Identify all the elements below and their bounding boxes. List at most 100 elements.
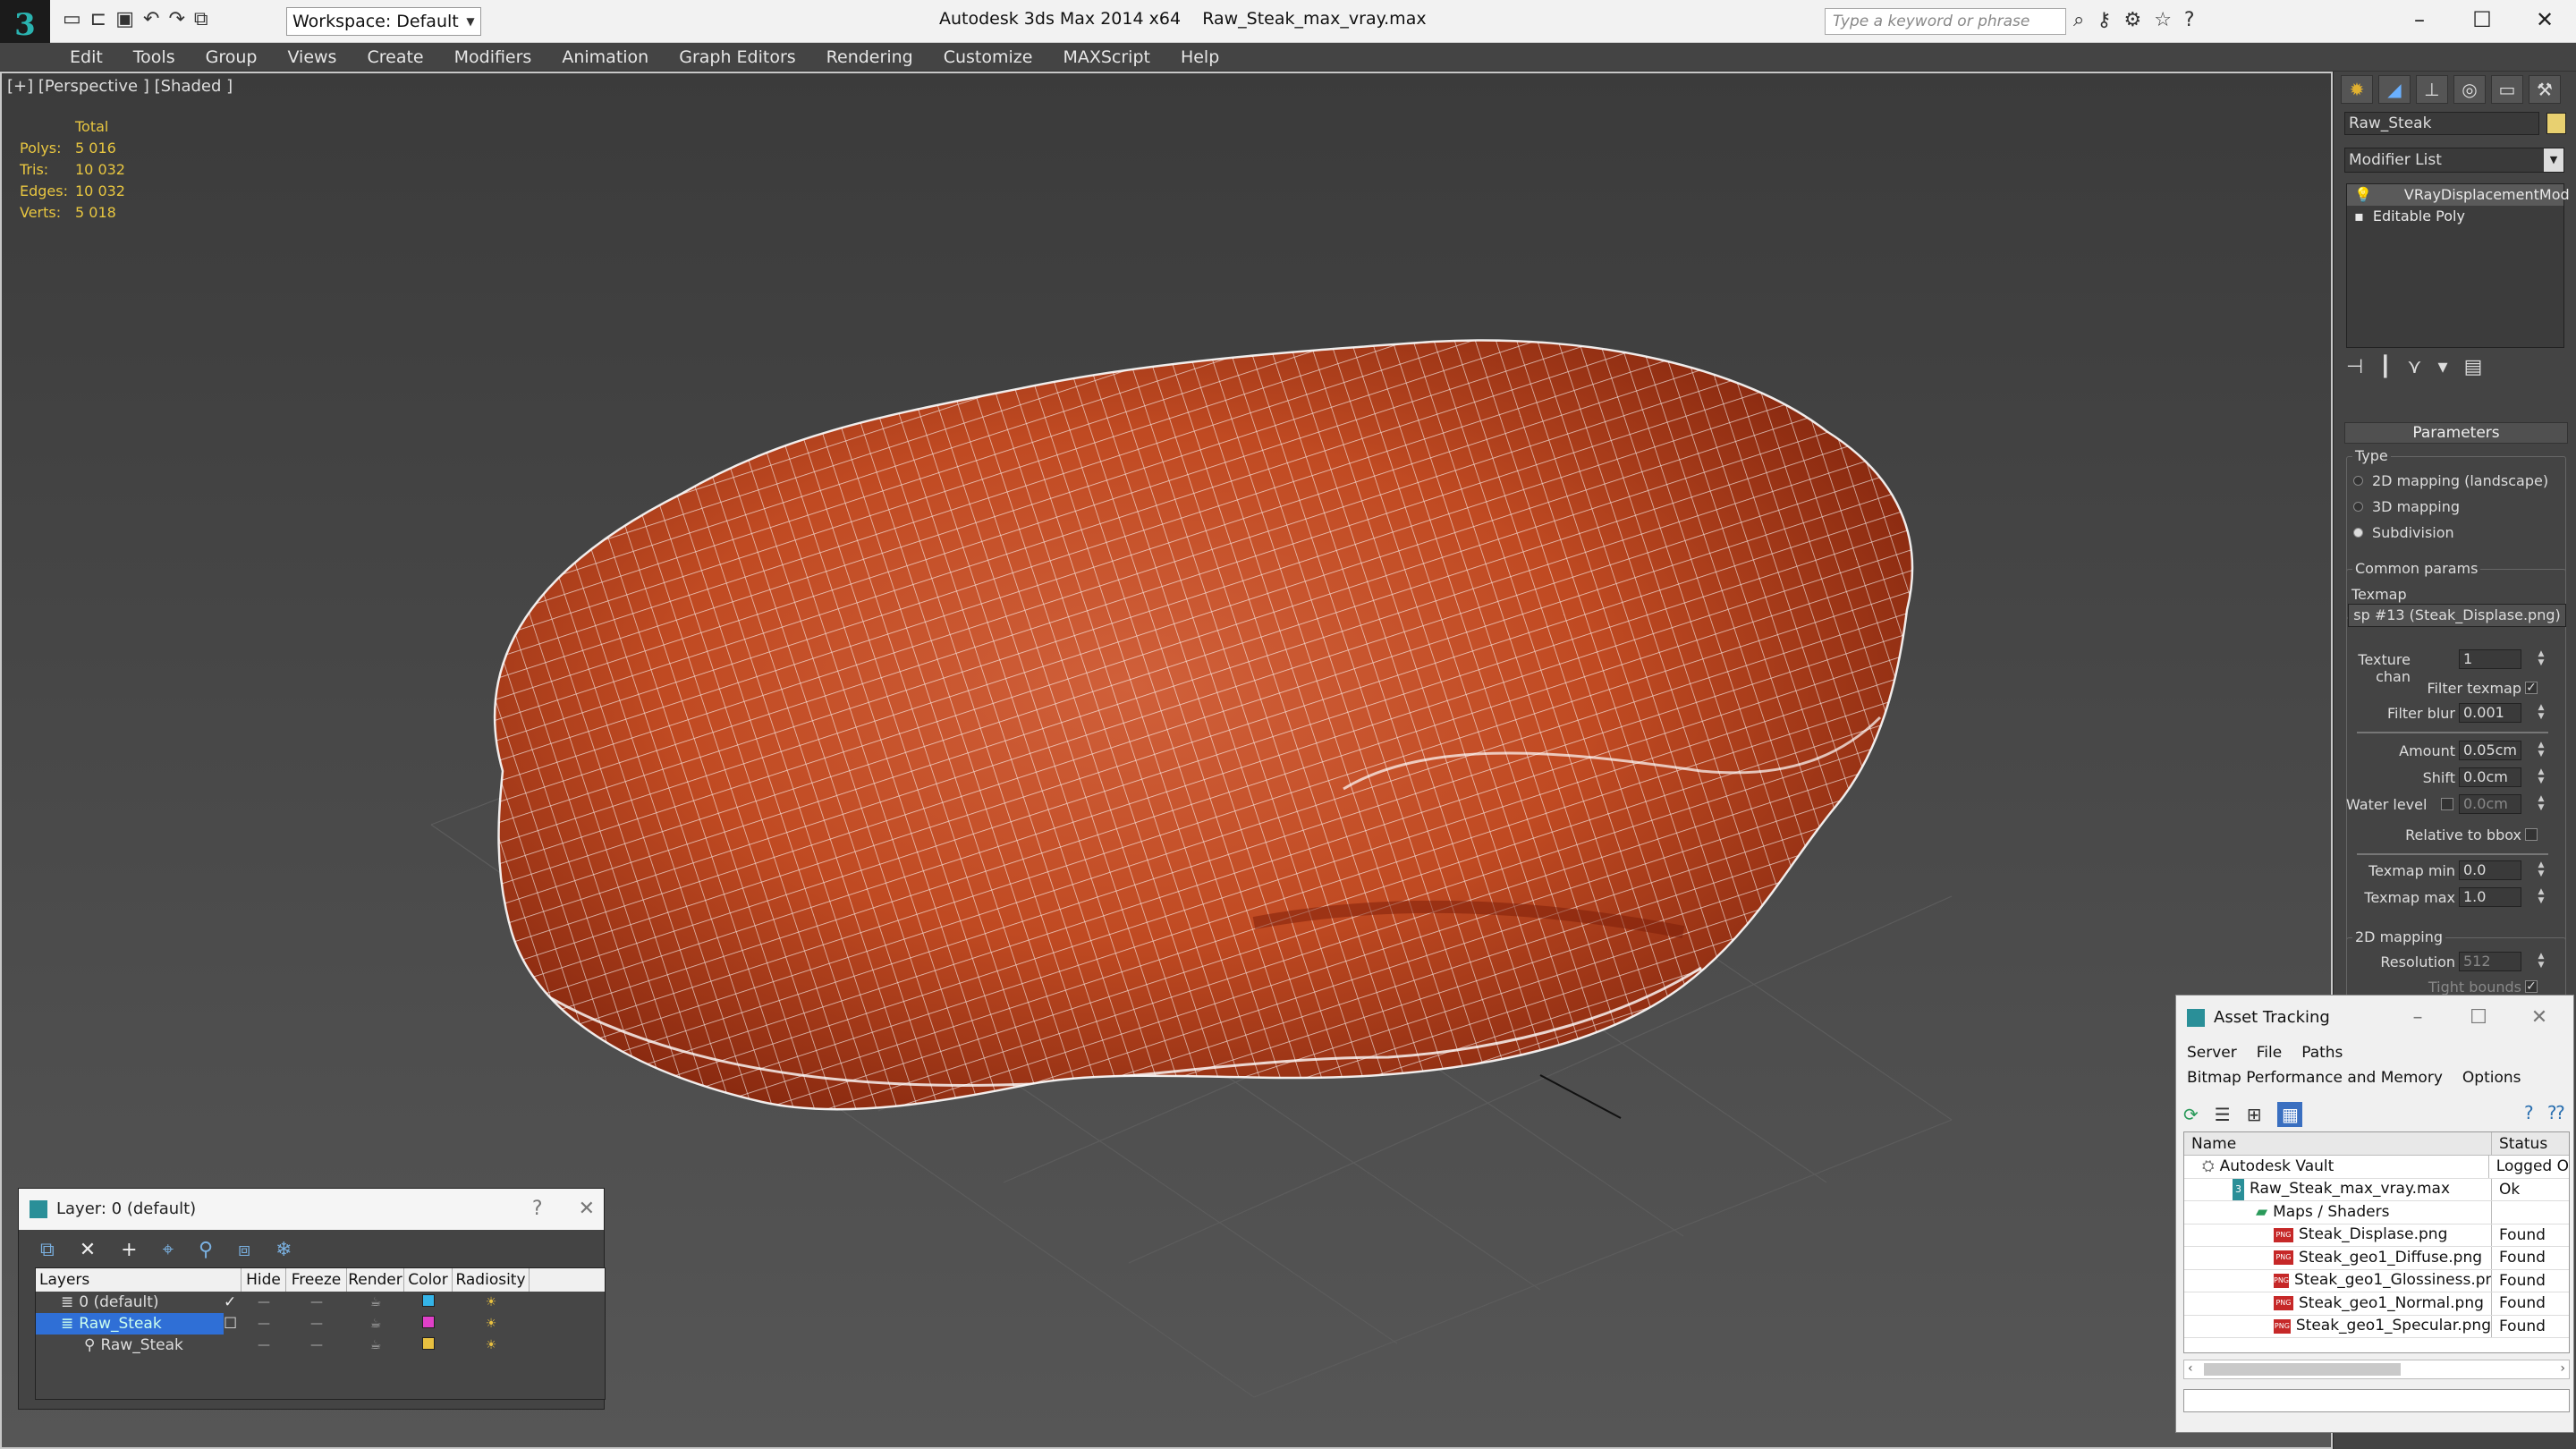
radio-3d-mapping[interactable]: 3D mapping: [2353, 498, 2460, 515]
search-input[interactable]: Type a keyword or phrase: [1825, 8, 2066, 35]
radiosity-icon[interactable]: ☀: [453, 1295, 530, 1309]
add-to-layer-icon[interactable]: +: [121, 1239, 137, 1261]
render-teapot-icon[interactable]: ☕: [347, 1317, 404, 1331]
table-row[interactable]: PNG Steak_geo1_Specular.png Found: [2184, 1315, 2569, 1338]
minimize-icon[interactable]: –: [2387, 996, 2448, 1040]
table-row[interactable]: PNG Steak_Displase.png Found: [2184, 1224, 2569, 1247]
parameters-rollout-header[interactable]: Parameters: [2344, 422, 2568, 444]
utilities-tab-icon[interactable]: ⚒: [2529, 75, 2561, 104]
column-status[interactable]: Status: [2492, 1132, 2547, 1155]
display-tab-icon[interactable]: ▭: [2491, 75, 2523, 104]
maximize-icon[interactable]: ☐: [2448, 996, 2509, 1040]
close-icon[interactable]: ✕: [579, 1189, 595, 1230]
highlight-layer-icon[interactable]: ⚲: [199, 1239, 213, 1261]
configure-sets-icon[interactable]: ▤: [2464, 356, 2483, 378]
object-name-field[interactable]: Raw_Steak: [2344, 112, 2539, 135]
create-tab-icon[interactable]: ✹: [2341, 75, 2373, 104]
column-radiosity[interactable]: Radiosity: [453, 1268, 530, 1292]
texmap-min-spinner[interactable]: 0.0: [2459, 860, 2521, 880]
menu-edit[interactable]: Edit: [70, 43, 103, 71]
list-view-icon[interactable]: ☰: [2215, 1104, 2231, 1125]
modify-tab-icon[interactable]: ◢: [2378, 75, 2411, 104]
favorites-star-icon[interactable]: ☆: [2154, 9, 2172, 31]
menu-file[interactable]: File: [2257, 1040, 2282, 1065]
hide-toggle[interactable]: —: [242, 1317, 286, 1331]
column-render[interactable]: Render: [347, 1268, 404, 1292]
layer-active-box-icon[interactable]: ☐: [224, 1315, 242, 1333]
spinner-arrows-icon[interactable]: ▲ ▼: [2536, 649, 2546, 669]
open-file-icon[interactable]: ⊏: [90, 8, 106, 30]
menu-graph-editors[interactable]: Graph Editors: [679, 43, 795, 71]
modifier-list-dropdown[interactable]: Modifier List ▼: [2344, 148, 2564, 173]
layer-dialog-titlebar[interactable]: Layer: 0 (default) ? ✕: [19, 1189, 604, 1230]
menu-modifiers[interactable]: Modifiers: [454, 43, 532, 71]
close-icon[interactable]: ✕: [2509, 996, 2570, 1040]
show-end-result-icon[interactable]: ┃: [2379, 356, 2391, 378]
grid-view-icon[interactable]: ▦: [2277, 1102, 2303, 1127]
exchange-icon[interactable]: ⚙: [2123, 9, 2141, 31]
select-objects-icon[interactable]: ⌖: [163, 1239, 174, 1261]
redo-icon[interactable]: ↷: [168, 8, 184, 30]
spinner-arrows-icon[interactable]: ▲ ▼: [2536, 794, 2546, 814]
resolution-spinner[interactable]: 512: [2459, 952, 2521, 971]
column-layers[interactable]: Layers: [36, 1268, 242, 1292]
delete-layer-icon[interactable]: ✕: [80, 1239, 96, 1261]
menu-options[interactable]: Options: [2462, 1065, 2521, 1090]
workspace-dropdown[interactable]: Workspace: Default: [286, 7, 481, 36]
filter-blur-spinner[interactable]: 0.001: [2459, 703, 2521, 723]
new-file-icon[interactable]: ▭: [63, 8, 81, 30]
save-file-icon[interactable]: ▣: [115, 8, 134, 30]
close-icon[interactable]: ✕: [2513, 0, 2576, 39]
table-row[interactable]: ⛭ Autodesk Vault Logged O: [2184, 1156, 2569, 1179]
filter-texmap-checkbox[interactable]: ✓: [2525, 682, 2538, 694]
texmap-max-spinner[interactable]: 1.0: [2459, 887, 2521, 907]
amount-spinner[interactable]: 0.05cm: [2459, 741, 2521, 760]
column-hide[interactable]: Hide: [242, 1268, 286, 1292]
menu-views[interactable]: Views: [287, 43, 336, 71]
stack-item-editable-poly[interactable]: ▪ Editable Poly: [2347, 206, 2563, 227]
scroll-right-icon[interactable]: ›: [2560, 1361, 2565, 1376]
refresh-icon[interactable]: ⟳: [2183, 1104, 2199, 1125]
hide-toggle[interactable]: —: [242, 1295, 286, 1309]
hide-toggle[interactable]: —: [242, 1338, 286, 1352]
pin-stack-icon[interactable]: ⊣: [2346, 356, 2363, 378]
layer-color-swatch[interactable]: [422, 1316, 435, 1328]
lightbulb-icon[interactable]: 💡: [2354, 184, 2372, 206]
remove-modifier-icon[interactable]: ▾: [2438, 356, 2448, 378]
scroll-left-icon[interactable]: ‹: [2188, 1361, 2193, 1376]
horizontal-scrollbar[interactable]: ‹ ›: [2183, 1360, 2570, 1379]
menu-maxscript[interactable]: MAXScript: [1063, 43, 1150, 71]
menu-create[interactable]: Create: [367, 43, 423, 71]
active-layer-check-icon[interactable]: ✓: [224, 1293, 242, 1311]
help-context-icon[interactable]: ⁇: [2548, 1102, 2564, 1123]
column-freeze[interactable]: Freeze: [286, 1268, 347, 1292]
render-teapot-icon[interactable]: ☕: [347, 1338, 404, 1352]
column-name[interactable]: Name: [2184, 1132, 2492, 1155]
object-color-swatch[interactable]: [2546, 113, 2566, 134]
minimize-icon[interactable]: –: [2388, 0, 2451, 39]
menu-server[interactable]: Server: [2187, 1040, 2237, 1065]
texture-chan-spinner[interactable]: 1: [2459, 649, 2521, 669]
stack-item-vraydisplacement[interactable]: 💡 VRayDisplacementMod: [2347, 184, 2570, 206]
freeze-all-layers-icon[interactable]: ❄: [275, 1239, 292, 1261]
help-icon[interactable]: ?: [2524, 1102, 2534, 1123]
maximize-icon[interactable]: ☐: [2451, 0, 2513, 39]
hide-all-layers-icon[interactable]: ⧈: [238, 1239, 250, 1261]
expand-box-icon[interactable]: ▪: [2354, 206, 2364, 227]
layer-color-swatch[interactable]: [422, 1337, 435, 1350]
binoculars-icon[interactable]: ⌕: [2073, 9, 2084, 31]
radio-2d-mapping[interactable]: 2D mapping (landscape): [2353, 472, 2548, 489]
spinner-arrows-icon[interactable]: ▲ ▼: [2536, 952, 2546, 971]
scroll-thumb[interactable]: [2204, 1363, 2401, 1376]
water-level-spinner[interactable]: 0.0cm: [2459, 794, 2521, 814]
layer-row[interactable]: ≣ Raw_Steak ☐ — — ☕ ☀: [36, 1313, 605, 1335]
menu-bitmap-performance[interactable]: Bitmap Performance and Memory: [2187, 1065, 2443, 1090]
table-view-icon[interactable]: ⊞: [2247, 1104, 2262, 1125]
asset-tracking-titlebar[interactable]: Asset Tracking – ☐ ✕: [2176, 996, 2573, 1040]
motion-tab-icon[interactable]: ◎: [2453, 75, 2486, 104]
help-icon[interactable]: ?: [2184, 9, 2195, 31]
chevron-down-icon[interactable]: ▼: [462, 8, 479, 35]
project-folder-icon[interactable]: ⧉: [194, 8, 208, 30]
menu-tools[interactable]: Tools: [133, 43, 175, 71]
menu-paths[interactable]: Paths: [2301, 1040, 2343, 1065]
